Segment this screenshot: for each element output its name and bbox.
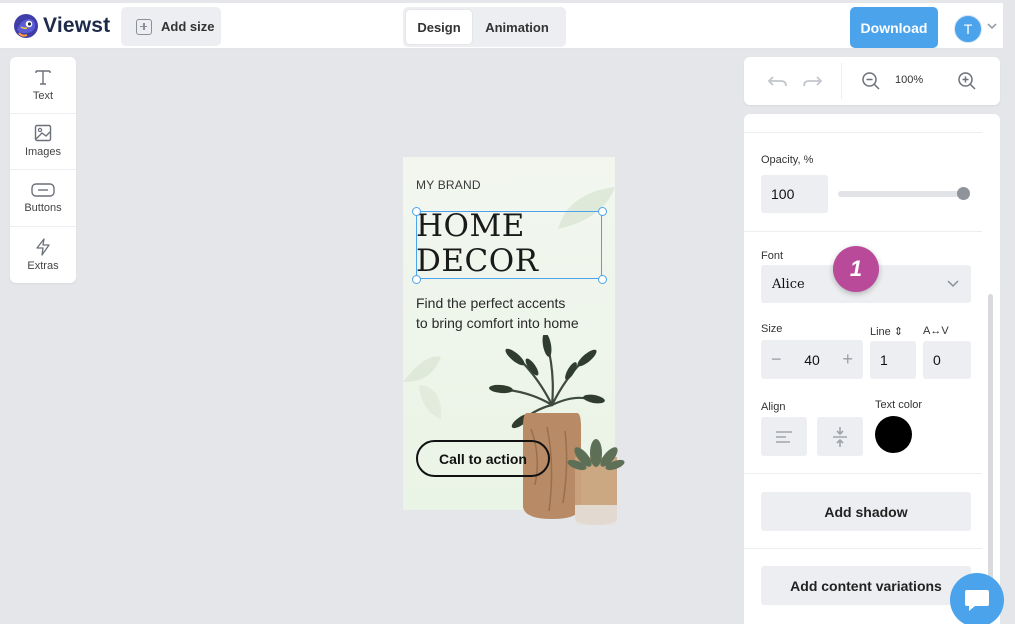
text-color-label: Text color	[875, 399, 923, 411]
tool-text[interactable]: Text	[10, 57, 76, 114]
app-name: Viewst	[43, 14, 111, 37]
opacity-input[interactable]: 100	[761, 175, 828, 213]
zoom-level: 100%	[895, 74, 924, 86]
panel-scrollbar[interactable]	[988, 294, 993, 584]
align-vertical-center-icon	[833, 426, 847, 447]
panel-divider	[744, 548, 982, 549]
subtext[interactable]: Find the perfect accents to bring comfor…	[416, 293, 611, 333]
chevron-down-icon[interactable]	[986, 21, 998, 31]
tool-images-label: Images	[24, 146, 62, 159]
tab-design[interactable]: Design	[406, 10, 472, 44]
align-label: Align	[761, 401, 786, 413]
mode-toggle: Design Animation	[403, 7, 566, 47]
panel-divider	[744, 473, 982, 474]
selection-box	[416, 211, 602, 279]
size-label: Size	[761, 323, 783, 335]
panel-divider	[744, 132, 982, 133]
redo-icon[interactable]	[801, 73, 823, 89]
chevron-down-icon	[947, 280, 959, 288]
text-icon	[35, 70, 51, 85]
panel-divider	[744, 231, 982, 232]
add-size-button[interactable]: Add size	[121, 7, 221, 46]
opacity-slider[interactable]	[838, 191, 968, 197]
plant-vase-illustration[interactable]	[477, 335, 627, 535]
element-toolbox: Text Images Buttons Extras	[10, 57, 76, 283]
undo-icon[interactable]	[767, 73, 789, 89]
font-size-value: 40	[804, 351, 820, 368]
add-size-label: Add size	[161, 19, 215, 34]
align-left-button[interactable]	[761, 417, 807, 456]
tool-images[interactable]: Images	[10, 114, 76, 170]
resize-handle[interactable]	[597, 274, 607, 284]
chat-support-button[interactable]	[950, 573, 1004, 624]
chameleon-logo-icon	[14, 14, 38, 38]
add-shadow-button[interactable]: Add shadow	[761, 492, 971, 531]
tab-animation[interactable]: Animation	[472, 10, 562, 44]
properties-panel: Opacity, % 100 Font Alice Size Line ⇕ A↔…	[744, 114, 1000, 624]
opacity-label: Opacity, %	[761, 154, 814, 166]
increase-size-button[interactable]: +	[842, 349, 853, 370]
resize-handle[interactable]	[411, 206, 421, 216]
zoom-toolbar: 100%	[744, 57, 1000, 105]
lightning-icon	[36, 238, 50, 256]
letter-spacing-input[interactable]: 0	[923, 341, 971, 379]
resize-handle[interactable]	[597, 206, 607, 216]
font-select-value: Alice	[772, 276, 805, 292]
line-height-label: Line ⇕	[870, 326, 904, 338]
step-number-badge: 1	[833, 246, 879, 292]
tool-extras-label: Extras	[27, 259, 59, 272]
tool-text-label: Text	[32, 89, 54, 102]
font-size-stepper[interactable]: − 40 +	[761, 340, 863, 379]
opacity-slider-thumb[interactable]	[957, 187, 970, 200]
chat-icon	[965, 590, 989, 611]
align-vertical-center-button[interactable]	[817, 417, 863, 456]
zoom-out-icon[interactable]	[861, 71, 881, 91]
button-icon	[31, 183, 55, 197]
align-left-icon	[776, 430, 792, 443]
app-logo[interactable]: Viewst	[13, 13, 110, 39]
line-height-input[interactable]: 1	[870, 341, 916, 379]
resize-handle[interactable]	[411, 274, 421, 284]
letter-spacing-label: A↔V	[923, 325, 949, 337]
tool-buttons-label: Buttons	[24, 201, 62, 214]
zoom-in-icon[interactable]	[957, 71, 977, 91]
toolbar-divider	[841, 63, 842, 99]
plus-square-icon	[136, 18, 152, 35]
cta-button[interactable]: Call to action	[416, 440, 550, 477]
avatar[interactable]: T	[954, 15, 982, 43]
subtext-line: Find the perfect accents	[416, 295, 566, 311]
tool-buttons[interactable]: Buttons	[10, 170, 76, 227]
subtext-line: to bring comfort into home	[416, 315, 579, 331]
text-color-swatch[interactable]	[875, 416, 912, 453]
image-icon	[34, 125, 52, 142]
top-bar: Viewst Add size Design Animation Downloa…	[0, 3, 1003, 49]
tool-extras[interactable]: Extras	[10, 227, 76, 284]
brand-text[interactable]: MY BRAND	[416, 178, 481, 192]
download-button[interactable]: Download	[850, 7, 938, 48]
design-artboard[interactable]: MY BRAND HOME DECOR Find the perfect acc…	[403, 157, 625, 525]
font-label: Font	[761, 250, 784, 262]
decrease-size-button[interactable]: −	[771, 349, 782, 370]
add-content-variations-button[interactable]: Add content variations	[761, 566, 971, 605]
